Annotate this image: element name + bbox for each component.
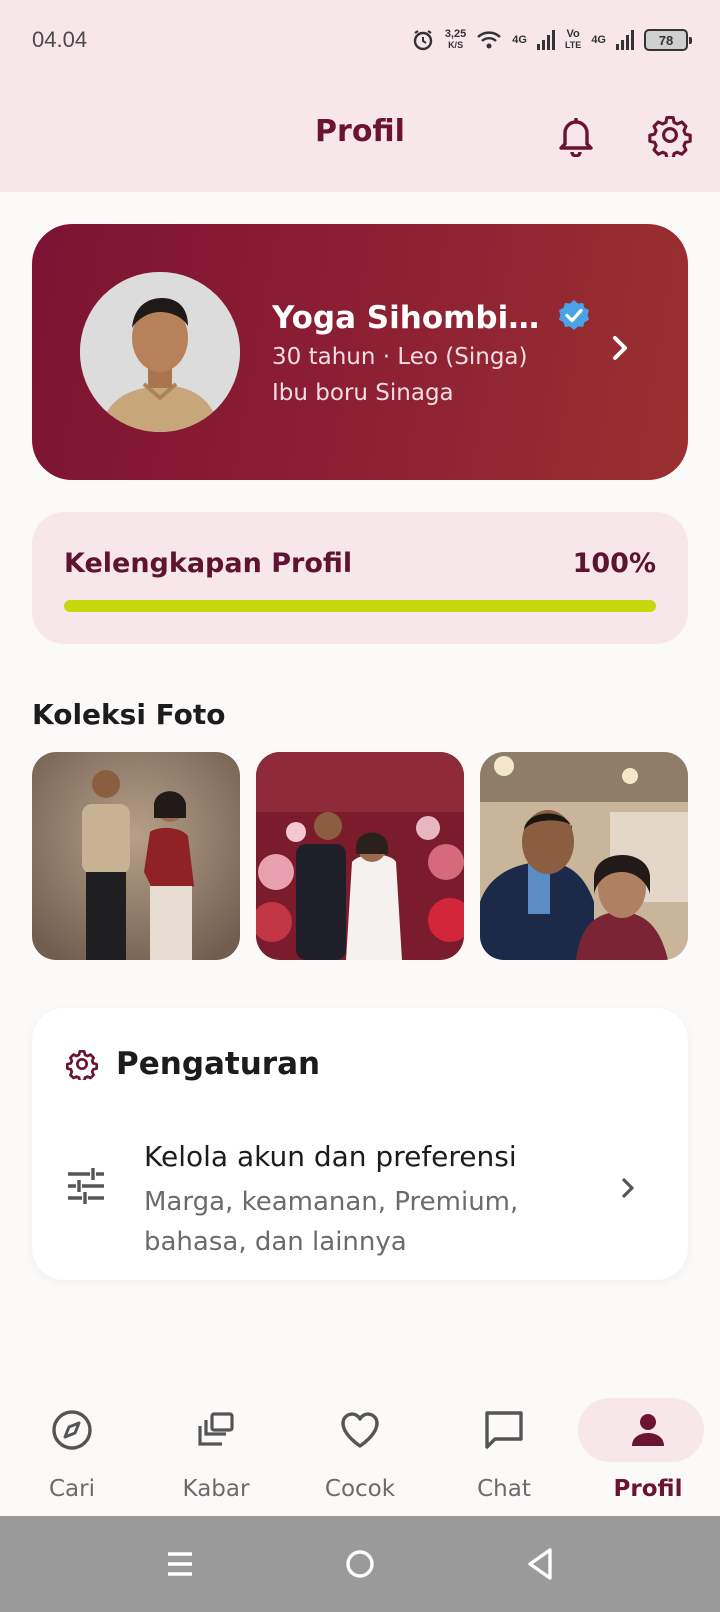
- gallery-photo-3[interactable]: [480, 752, 688, 960]
- volte-badge: Vo LTE: [565, 29, 581, 51]
- gallery-photo-2[interactable]: [256, 752, 464, 960]
- nav-item-cari[interactable]: Cari: [0, 1392, 144, 1516]
- profile-card[interactable]: Yoga Sihombi... 30 tahun · Leo (Singa) I…: [32, 224, 688, 480]
- settings-title: Pengaturan: [116, 1046, 321, 1082]
- net-type-1: 4G: [512, 33, 527, 46]
- completion-progress-bar: [64, 600, 656, 612]
- volte-top: Vo: [566, 28, 580, 40]
- alarm-icon: [413, 30, 433, 51]
- completion-value: 100%: [572, 548, 656, 579]
- nav-label-chat: Chat: [477, 1476, 531, 1502]
- net-type-2: 4G: [591, 33, 606, 46]
- system-navigation-bar: [0, 1516, 720, 1612]
- profile-age-zodiac: 30 tahun · Leo (Singa): [272, 344, 528, 370]
- avatar-photo: [80, 272, 240, 432]
- manage-account-row[interactable]: Kelola akun dan preferensi Marga, keaman…: [32, 1120, 688, 1260]
- page-title: Profil: [315, 114, 405, 149]
- status-bar: 04.04 3,25 K/S 4G Vo LTE 4G 78: [0, 0, 720, 80]
- compass-icon: [52, 1410, 92, 1450]
- manage-account-description: Marga, keamanan, Premium, bahasa, dan la…: [144, 1187, 519, 1257]
- chevron-right-icon: [622, 1178, 634, 1198]
- back-button[interactable]: [520, 1544, 560, 1584]
- gallery-photo-1[interactable]: [32, 752, 240, 960]
- nav-item-profil[interactable]: Profil: [576, 1392, 720, 1516]
- profile-name: Yoga Sihombi...: [272, 300, 542, 336]
- notifications-button[interactable]: [555, 113, 597, 158]
- nav-item-chat[interactable]: Chat: [432, 1392, 576, 1516]
- volte-bottom: LTE: [564, 40, 582, 50]
- verified-badge-icon: [559, 300, 589, 330]
- net-speed-value: 3,25: [444, 28, 467, 40]
- chevron-right-icon: [613, 336, 627, 360]
- stack-icon: [198, 1412, 234, 1446]
- nav-label-profil: Profil: [613, 1476, 683, 1502]
- nav-item-cocok[interactable]: Cocok: [288, 1392, 432, 1516]
- settings-button[interactable]: [648, 113, 692, 161]
- nav-label-kabar: Kabar: [182, 1476, 250, 1502]
- wifi-icon: [477, 31, 502, 49]
- manage-account-title: Kelola akun dan preferensi: [144, 1140, 517, 1173]
- battery-level: 78: [658, 32, 674, 48]
- bottom-navigation: Cari Kabar Cocok Chat Profil: [0, 1392, 720, 1516]
- recents-button[interactable]: [160, 1544, 200, 1584]
- nav-item-kabar[interactable]: Kabar: [144, 1392, 288, 1516]
- bell-icon: [559, 118, 593, 158]
- nav-label-cocok: Cocok: [324, 1476, 396, 1502]
- heart-icon: [341, 1412, 379, 1448]
- completion-label: Kelengkapan Profil: [64, 548, 353, 579]
- net-speed: 3,25 K/S: [445, 29, 466, 51]
- settings-card: Pengaturan Kelola akun dan preferensi Ma…: [32, 1008, 688, 1280]
- profile-completion-card: Kelengkapan Profil 100%: [32, 512, 688, 644]
- signal-icon-1: [536, 30, 555, 50]
- tune-icon: [68, 1168, 104, 1204]
- net-speed-unit: K/S: [448, 40, 464, 50]
- photo-2-image: [256, 752, 464, 960]
- status-icons: 3,25 K/S 4G Vo LTE 4G 78: [411, 28, 692, 52]
- completion-progress-fill: [64, 600, 656, 612]
- avatar: [80, 272, 240, 432]
- battery-indicator: 78: [644, 29, 692, 51]
- photo-3-image: [480, 752, 688, 960]
- app-bar: Profil: [0, 80, 720, 192]
- person-icon: [632, 1414, 664, 1446]
- signal-icon-2: [616, 30, 634, 50]
- gear-icon: [66, 1050, 98, 1080]
- profile-mother: Ibu boru Sinaga: [272, 380, 454, 406]
- photo-1-image: [32, 752, 240, 960]
- nav-label-cari: Cari: [49, 1476, 95, 1502]
- gallery-title: Koleksi Foto: [32, 698, 226, 731]
- chat-icon: [485, 1411, 523, 1449]
- status-time: 04.04: [32, 27, 88, 52]
- gear-icon: [648, 116, 692, 161]
- home-button[interactable]: [340, 1544, 380, 1584]
